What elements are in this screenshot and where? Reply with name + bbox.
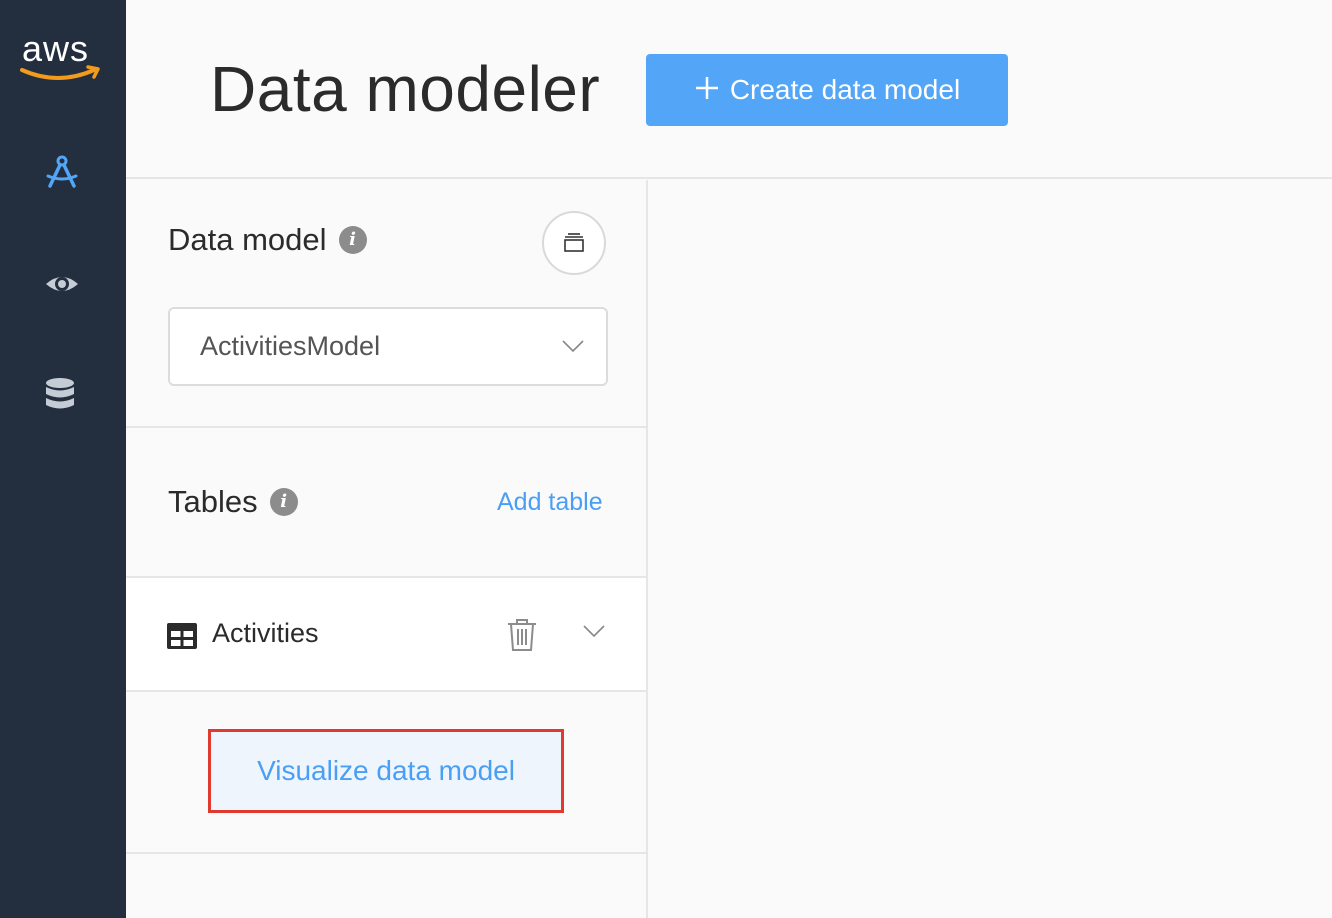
chevron-down-icon xyxy=(562,340,584,353)
data-modeler-icon[interactable] xyxy=(42,152,82,192)
divider xyxy=(126,852,646,854)
plus-icon xyxy=(694,73,720,107)
table-row[interactable]: Activities xyxy=(126,578,646,691)
aws-smile-icon xyxy=(20,65,100,80)
table-name: Activities xyxy=(212,618,319,648)
visualize-data-model-button[interactable]: Visualize data model xyxy=(208,729,564,813)
create-data-model-button[interactable]: Create data model xyxy=(646,54,1008,126)
trash-icon[interactable] xyxy=(506,618,538,652)
left-nav-rail: aws xyxy=(0,0,126,918)
database-icon[interactable] xyxy=(42,374,82,414)
visualizer-eye-icon[interactable] xyxy=(42,264,82,304)
tables-heading: Tables i xyxy=(168,484,298,520)
table-icon xyxy=(167,623,197,649)
add-table-link[interactable]: Add table xyxy=(497,488,603,517)
data-model-title: Data model xyxy=(168,222,327,257)
data-model-panel: Data model i ActivitiesModel Tables i Ad… xyxy=(126,180,648,918)
page-title: Data modeler xyxy=(210,53,601,125)
chevron-down-icon[interactable] xyxy=(583,624,605,638)
data-model-actions-button[interactable] xyxy=(542,211,606,275)
page-header: Data modeler Create data model xyxy=(126,0,1332,179)
divider xyxy=(126,690,646,692)
main-canvas-area xyxy=(648,180,1332,918)
data-model-select-value: ActivitiesModel xyxy=(200,331,381,361)
data-model-heading: Data model i xyxy=(168,222,367,258)
info-icon[interactable]: i xyxy=(338,226,367,254)
stack-icon xyxy=(564,233,584,252)
create-data-model-label: Create data model xyxy=(729,74,961,105)
info-icon[interactable]: i xyxy=(269,488,298,516)
data-model-select[interactable]: ActivitiesModel xyxy=(168,307,608,386)
aws-logo: aws xyxy=(18,28,106,88)
divider xyxy=(126,426,646,428)
tables-title: Tables xyxy=(168,484,258,519)
